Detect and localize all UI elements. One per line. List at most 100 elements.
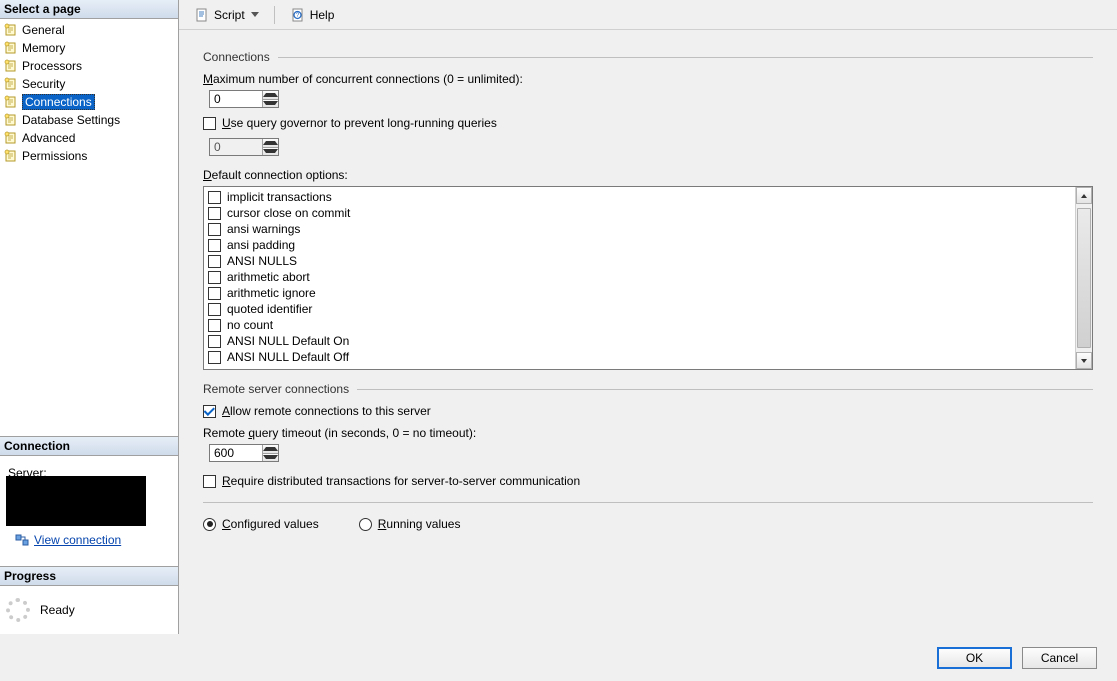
option-label: ANSI NULLS	[227, 254, 297, 268]
option-checkbox[interactable]	[208, 207, 221, 220]
view-connection-link[interactable]: View connection	[34, 533, 121, 547]
governor-checkbox[interactable]	[203, 117, 216, 130]
connection-icon	[14, 532, 30, 548]
sidebar-item-label: Advanced	[22, 131, 75, 145]
sidebar-item-processors[interactable]: Processors	[0, 57, 178, 75]
progress-status: Ready	[40, 603, 75, 617]
script-button[interactable]: Script	[189, 4, 264, 26]
option-item[interactable]: ansi warnings	[206, 221, 1073, 237]
option-label: ansi padding	[227, 238, 295, 252]
governor-value-input	[210, 139, 262, 155]
page-icon	[4, 149, 18, 163]
scroll-down-button[interactable]	[1076, 352, 1092, 369]
option-item[interactable]: ANSI NULL Default On	[206, 333, 1073, 349]
sidebar-item-permissions[interactable]: Permissions	[0, 147, 178, 165]
option-checkbox[interactable]	[208, 303, 221, 316]
option-checkbox[interactable]	[208, 271, 221, 284]
sidebar-item-label: Permissions	[22, 149, 87, 163]
sidebar-item-label: Memory	[22, 41, 65, 55]
page-icon	[4, 59, 18, 73]
content-area: Script ? Help Connections Maximum number…	[179, 0, 1117, 634]
spin-up-button[interactable]	[263, 445, 278, 453]
distributed-label: Require distributed transactions for ser…	[222, 474, 580, 488]
default-options-list[interactable]: implicit transactions cursor close on co…	[203, 186, 1093, 370]
scrollbar[interactable]	[1075, 187, 1092, 369]
option-checkbox[interactable]	[208, 255, 221, 268]
max-conn-spinner[interactable]	[209, 90, 279, 108]
sidebar-header: Select a page	[0, 0, 178, 19]
option-item[interactable]: ANSI NULLS	[206, 253, 1073, 269]
page-icon	[4, 113, 18, 127]
page-icon	[4, 77, 18, 91]
sidebar-item-general[interactable]: General	[0, 21, 178, 39]
option-label: arithmetic abort	[227, 270, 310, 284]
remote-timeout-input[interactable]	[210, 445, 262, 461]
option-label: ANSI NULL Default Off	[227, 350, 349, 364]
sidebar-item-label: Processors	[22, 59, 82, 73]
sidebar-item-connections[interactable]: Connections	[0, 93, 178, 111]
option-label: cursor close on commit	[227, 206, 350, 220]
help-icon: ?	[290, 7, 306, 23]
sidebar-item-label: General	[22, 23, 65, 37]
option-item[interactable]: arithmetic abort	[206, 269, 1073, 285]
running-values-radio[interactable]: Running values	[359, 517, 461, 531]
option-label: ansi warnings	[227, 222, 300, 236]
progress-header: Progress	[0, 567, 178, 586]
option-label: arithmetic ignore	[227, 286, 316, 300]
sidebar-item-database-settings[interactable]: Database Settings	[0, 111, 178, 129]
toolbar: Script ? Help	[179, 0, 1117, 30]
governor-label: Use query governor to prevent long-runni…	[222, 116, 497, 130]
page-icon	[4, 23, 18, 37]
default-options-label: Default connection options:	[203, 168, 1093, 182]
remote-group-label: Remote server connections	[203, 382, 349, 396]
connection-header: Connection	[0, 437, 178, 456]
server-redacted	[6, 476, 146, 526]
option-item[interactable]: ansi padding	[206, 237, 1073, 253]
page-icon	[4, 41, 18, 55]
option-label: implicit transactions	[227, 190, 332, 204]
distributed-checkbox[interactable]	[203, 475, 216, 488]
option-checkbox[interactable]	[208, 191, 221, 204]
connections-group-label: Connections	[203, 50, 270, 64]
scroll-up-button[interactable]	[1076, 187, 1092, 204]
spin-down-button[interactable]	[263, 99, 278, 108]
option-item[interactable]: ANSI NULL Default Off	[206, 349, 1073, 365]
scroll-thumb[interactable]	[1077, 208, 1091, 348]
option-label: ANSI NULL Default On	[227, 334, 349, 348]
option-checkbox[interactable]	[208, 223, 221, 236]
remote-timeout-label: Remote query timeout (in seconds, 0 = no…	[203, 426, 1093, 440]
page-icon	[4, 131, 18, 145]
sidebar-item-label: Security	[22, 77, 65, 91]
option-item[interactable]: cursor close on commit	[206, 205, 1073, 221]
option-checkbox[interactable]	[208, 335, 221, 348]
max-conn-label: Maximum number of concurrent connections…	[203, 72, 1093, 86]
sidebar-item-security[interactable]: Security	[0, 75, 178, 93]
governor-value-spinner	[209, 138, 279, 156]
page-list: General Memory Processors Security Conne…	[0, 19, 178, 167]
cancel-button[interactable]: Cancel	[1022, 647, 1097, 669]
separator	[274, 6, 275, 24]
option-checkbox[interactable]	[208, 319, 221, 332]
option-item[interactable]: implicit transactions	[206, 189, 1073, 205]
option-item[interactable]: arithmetic ignore	[206, 285, 1073, 301]
option-checkbox[interactable]	[208, 351, 221, 364]
spin-up-button[interactable]	[263, 91, 278, 99]
ok-button[interactable]: OK	[937, 647, 1012, 669]
allow-remote-checkbox[interactable]	[203, 405, 216, 418]
option-label: no count	[227, 318, 273, 332]
sidebar-item-advanced[interactable]: Advanced	[0, 129, 178, 147]
option-checkbox[interactable]	[208, 239, 221, 252]
option-item[interactable]: no count	[206, 317, 1073, 333]
spin-down-button[interactable]	[263, 453, 278, 462]
option-item[interactable]: quoted identifier	[206, 301, 1073, 317]
option-checkbox[interactable]	[208, 287, 221, 300]
max-conn-input[interactable]	[210, 91, 262, 107]
sidebar: Select a page General Memory Processors …	[0, 0, 179, 634]
sidebar-item-memory[interactable]: Memory	[0, 39, 178, 57]
remote-timeout-spinner[interactable]	[209, 444, 279, 462]
page-icon	[4, 95, 18, 109]
sidebar-item-label: Database Settings	[22, 113, 120, 127]
help-button[interactable]: ? Help	[285, 4, 340, 26]
script-icon	[194, 7, 210, 23]
configured-values-radio[interactable]: Configured values	[203, 517, 319, 531]
